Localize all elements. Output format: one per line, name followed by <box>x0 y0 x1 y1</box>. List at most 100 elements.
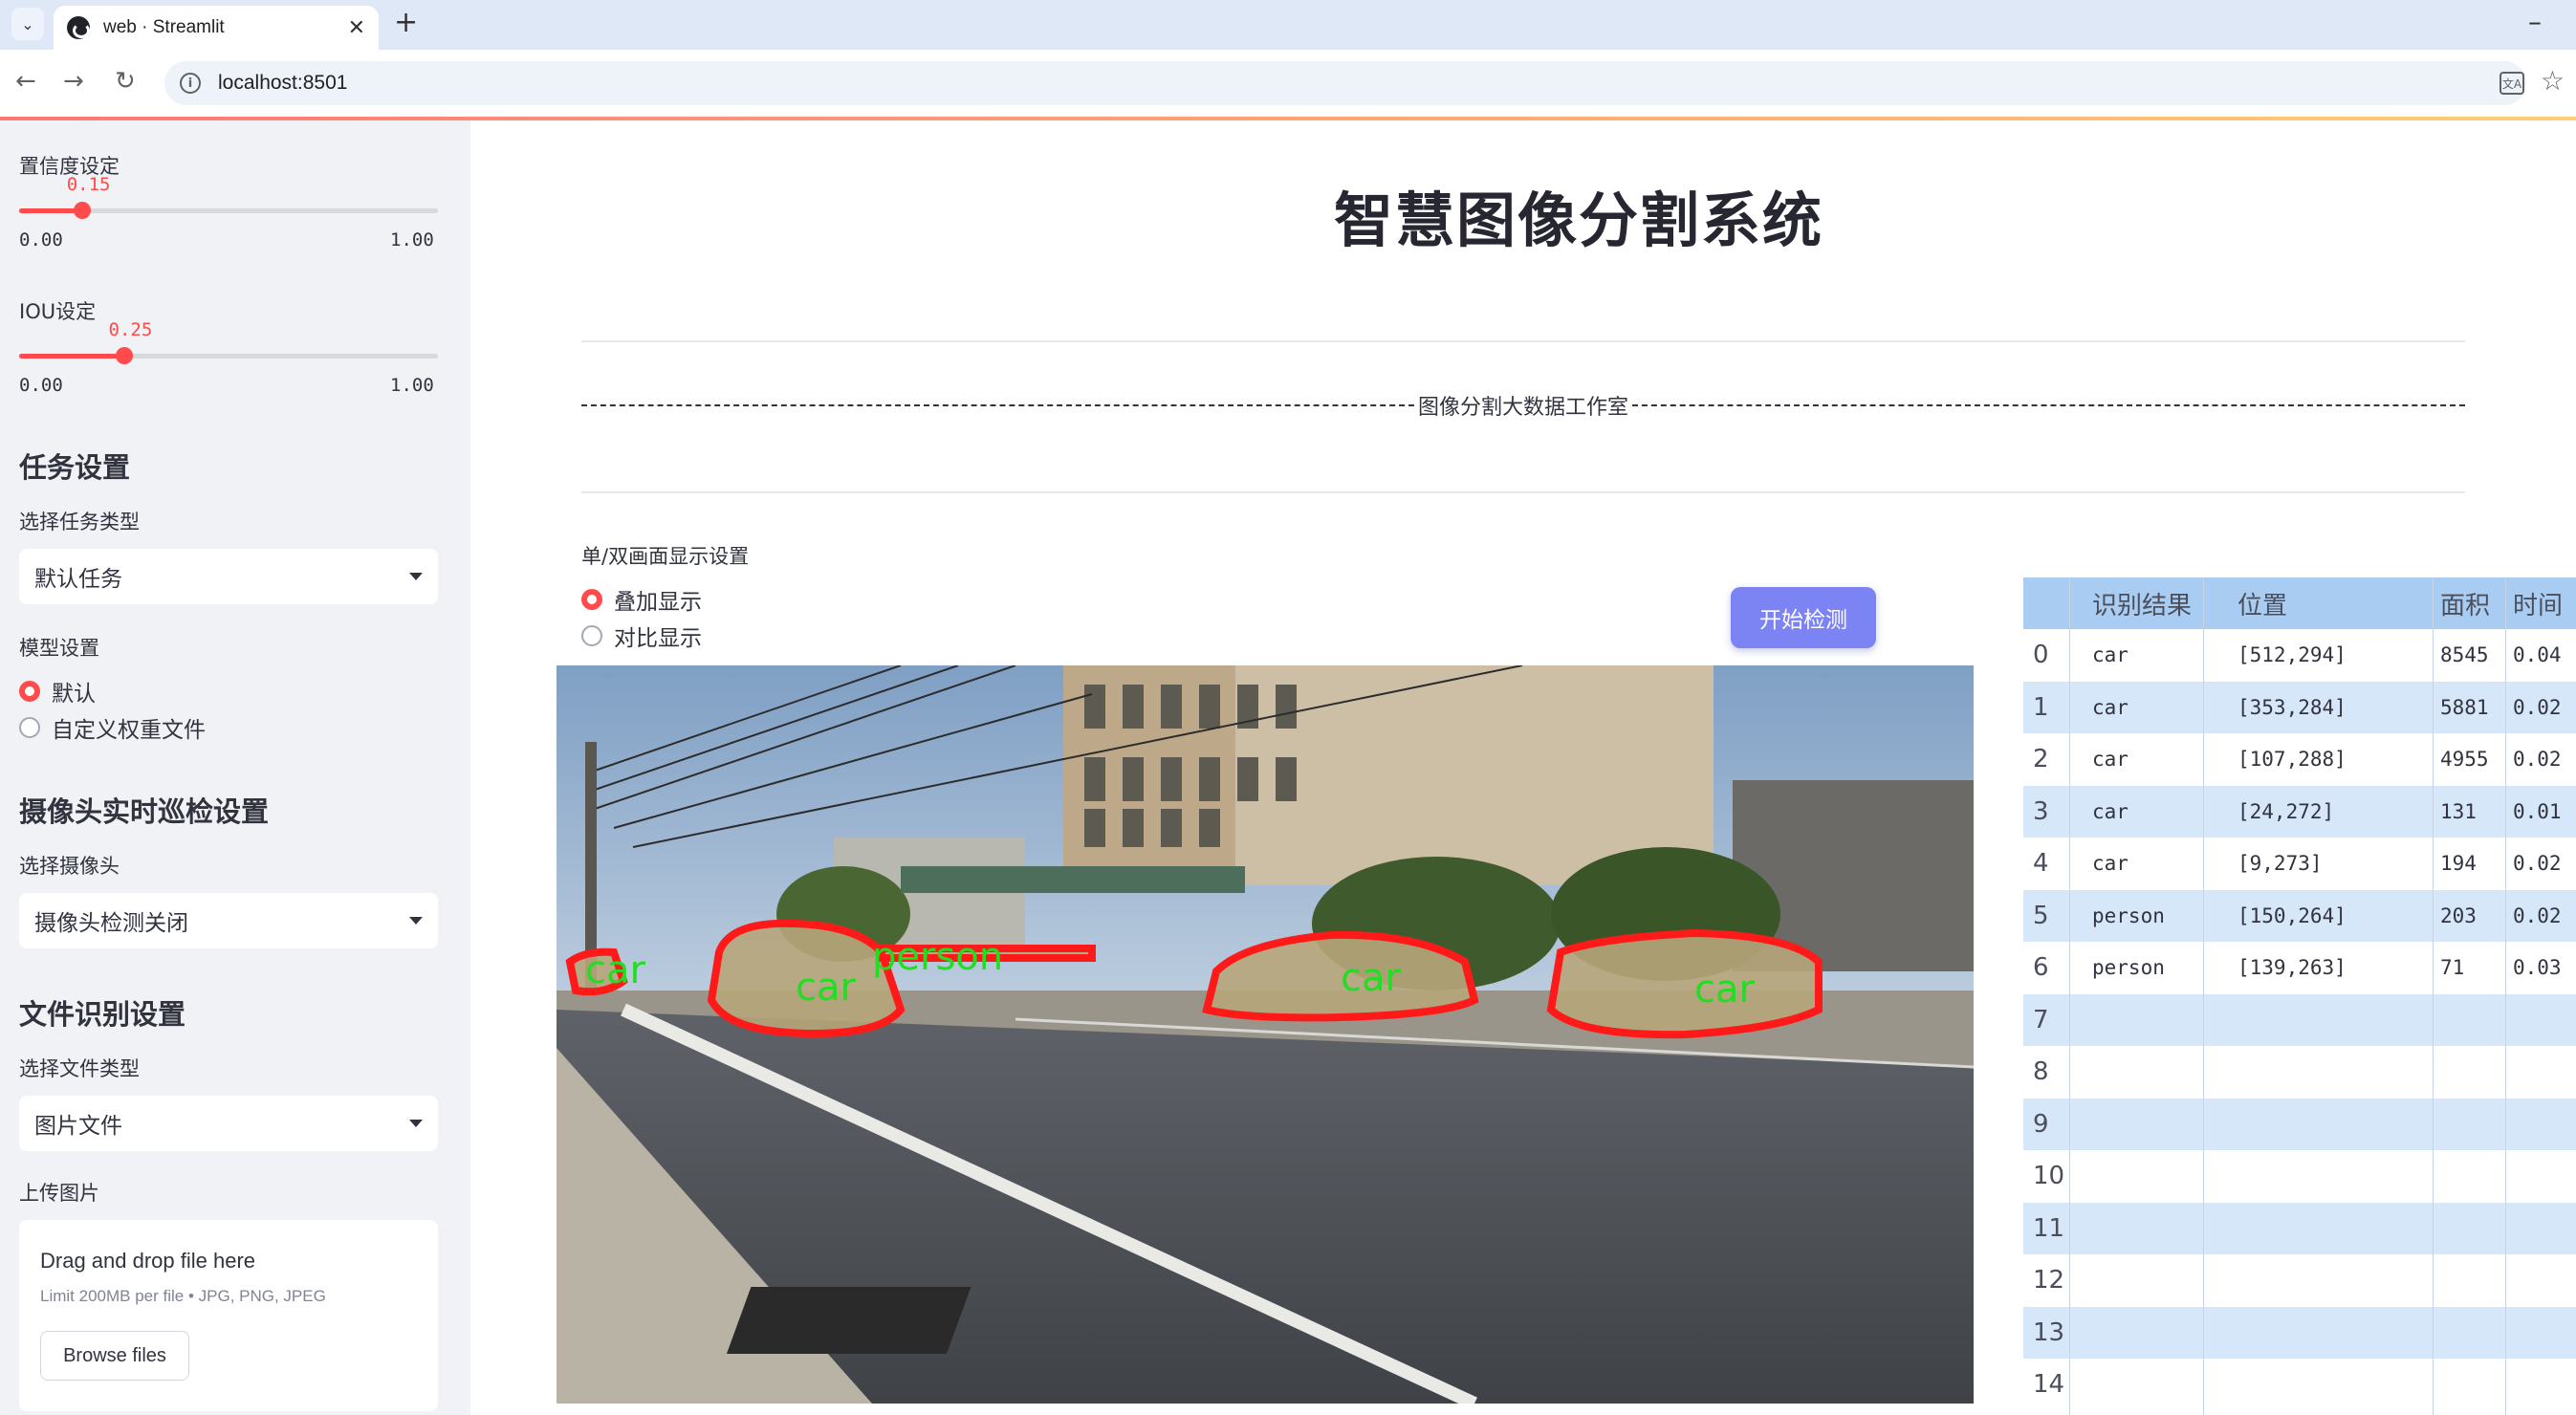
table-row[interactable]: 8 <box>2023 1046 2576 1099</box>
table-row[interactable]: 14 <box>2023 1359 2576 1411</box>
column-divider <box>2069 577 2070 1415</box>
task-type-select[interactable]: 默认任务 <box>19 549 438 604</box>
radio-unselected-icon[interactable] <box>581 625 602 646</box>
minimize-icon[interactable]: – <box>2528 6 2542 37</box>
row-class: car <box>2092 695 2128 719</box>
url-field[interactable]: i localhost:8501 <box>164 61 2526 105</box>
subtitle-banner: 图像分割大数据工作室 <box>581 390 2466 421</box>
results-table[interactable]: 识别结果 位置 面积 时间 0 car [512,294] 8545 0.04 1 car [… <box>2023 577 2576 1415</box>
row-index: 0 <box>2033 641 2049 670</box>
row-index: 10 <box>2033 1162 2065 1191</box>
row-area: 5881 <box>2440 695 2489 719</box>
storm-drain <box>726 1287 971 1354</box>
chevron-down-icon <box>409 1120 423 1127</box>
column-header-class[interactable]: 识别结果 <box>2069 577 2203 629</box>
camera-select[interactable]: 摄像头检测关闭 <box>19 893 438 948</box>
row-index: 13 <box>2033 1317 2065 1347</box>
row-index: 6 <box>2033 953 2049 983</box>
row-time: 0.02 <box>2513 903 2562 927</box>
row-index: 14 <box>2033 1370 2065 1400</box>
iou-value: 0.25 <box>108 319 153 340</box>
table-row[interactable]: 1 car [353,284] 5881 0.02 <box>2023 681 2576 733</box>
row-index: 9 <box>2033 1109 2049 1139</box>
row-area: 194 <box>2440 852 2477 876</box>
tab-search-chevron-icon[interactable]: ⌄ <box>11 8 44 40</box>
file-settings-header: 文件识别设置 <box>19 998 186 1031</box>
column-header-time[interactable]: 时间 <box>2505 577 2572 629</box>
table-row[interactable]: 10 <box>2023 1150 2576 1203</box>
table-row[interactable]: 7 <box>2023 993 2576 1046</box>
back-arrow-icon[interactable]: ← <box>15 67 36 96</box>
confidence-slider[interactable] <box>19 202 438 219</box>
row-index: 3 <box>2033 796 2049 826</box>
confidence-slider-thumb[interactable] <box>73 202 91 219</box>
browser-tab[interactable]: web · Streamlit ✕ <box>54 6 379 50</box>
confidence-value: 0.15 <box>66 174 111 195</box>
uploader-title: Drag and drop file here <box>40 1249 256 1273</box>
iou-max: 1.00 <box>390 375 434 396</box>
forward-arrow-icon[interactable]: → <box>63 67 84 96</box>
file-uploader-dropzone[interactable]: Drag and drop file here Limit 200MB per … <box>19 1220 438 1411</box>
iou-slider-thumb[interactable] <box>115 347 133 364</box>
close-icon[interactable]: ✕ <box>348 16 365 40</box>
row-index: 7 <box>2033 1005 2049 1034</box>
radio-selected-icon[interactable] <box>581 589 602 610</box>
shelter-roof <box>901 866 1245 893</box>
display-option-label: 对比显示 <box>614 626 702 651</box>
streamlit-favicon-icon <box>67 16 90 39</box>
translate-icon[interactable]: 文A <box>2500 72 2524 95</box>
model-option-custom[interactable]: 自定义权重文件 <box>19 711 206 744</box>
row-time: 0.03 <box>2513 956 2562 980</box>
camera-settings-header: 摄像头实时巡检设置 <box>19 795 270 828</box>
site-info-icon[interactable]: i <box>180 73 201 94</box>
iou-slider[interactable] <box>19 347 438 364</box>
display-option-compare[interactable]: 对比显示 <box>581 620 702 652</box>
column-header-area[interactable]: 面积 <box>2433 577 2505 629</box>
radio-unselected-icon[interactable] <box>19 717 40 738</box>
sidebar: 置信度设定 0.15 0.00 1.00 IOU设定 0.25 0.00 1.0… <box>0 120 470 1415</box>
confidence-slider-fill <box>19 208 82 213</box>
table-header-row: 识别结果 位置 面积 时间 <box>2023 577 2576 629</box>
row-class: car <box>2092 748 2128 772</box>
model-option-default[interactable]: 默认 <box>19 675 96 708</box>
chevron-down-icon <box>409 917 423 925</box>
confidence-min: 0.00 <box>19 229 63 250</box>
mask-label: car <box>1694 968 1756 1012</box>
radio-selected-icon[interactable] <box>19 681 40 702</box>
table-row[interactable]: 11 <box>2023 1202 2576 1254</box>
new-tab-plus-icon[interactable]: + <box>394 6 418 39</box>
table-row[interactable]: 13 <box>2023 1306 2576 1359</box>
table-row[interactable]: 12 <box>2023 1254 2576 1307</box>
column-divider <box>2505 577 2506 1415</box>
page-title: 智慧图像分割系统 <box>1333 185 1823 255</box>
tab-title: web · Streamlit <box>103 17 225 37</box>
display-option-label: 叠加显示 <box>614 590 702 615</box>
model-option-label: 自定义权重文件 <box>52 718 206 743</box>
table-row[interactable]: 3 car [24,272] 131 0.01 <box>2023 785 2576 838</box>
start-detection-button[interactable]: 开始检测 <box>1731 587 1876 648</box>
uploader-limit-text: Limit 200MB per file • JPG, PNG, JPEG <box>40 1287 326 1305</box>
row-area: 4955 <box>2440 748 2489 772</box>
display-option-overlay[interactable]: 叠加显示 <box>581 583 702 616</box>
table-row[interactable]: 2 car [107,288] 4955 0.02 <box>2023 733 2576 786</box>
row-index: 2 <box>2033 745 2049 774</box>
upload-label: 上传图片 <box>19 1182 99 1205</box>
main-content: 智慧图像分割系统 图像分割大数据工作室 单/双画面显示设置 叠加显示 对比显示 … <box>470 120 2576 1415</box>
table-row[interactable]: 6 person [139,263] 71 0.03 <box>2023 942 2576 994</box>
table-row[interactable]: 0 car [512,294] 8545 0.04 <box>2023 629 2576 682</box>
camera-select-label: 选择摄像头 <box>19 855 120 878</box>
table-row[interactable]: 9 <box>2023 1098 2576 1150</box>
row-position: [353,284] <box>2238 695 2347 719</box>
address-bar-row: ← → ↻ i localhost:8501 文A ☆ <box>0 50 2576 117</box>
row-position: [9,273] <box>2238 852 2323 876</box>
column-header-index <box>2023 577 2069 629</box>
column-header-position[interactable]: 位置 <box>2203 577 2433 629</box>
bookmark-star-icon[interactable]: ☆ <box>2541 65 2565 97</box>
task-type-label: 选择任务类型 <box>19 511 140 533</box>
file-type-select[interactable]: 图片文件 <box>19 1096 438 1151</box>
mask-label: car <box>1341 956 1402 1000</box>
reload-icon[interactable]: ↻ <box>115 67 136 96</box>
browse-files-button[interactable]: Browse files <box>40 1331 189 1381</box>
table-row[interactable]: 5 person [150,264] 203 0.02 <box>2023 889 2576 942</box>
table-row[interactable]: 4 car [9,273] 194 0.02 <box>2023 838 2576 890</box>
